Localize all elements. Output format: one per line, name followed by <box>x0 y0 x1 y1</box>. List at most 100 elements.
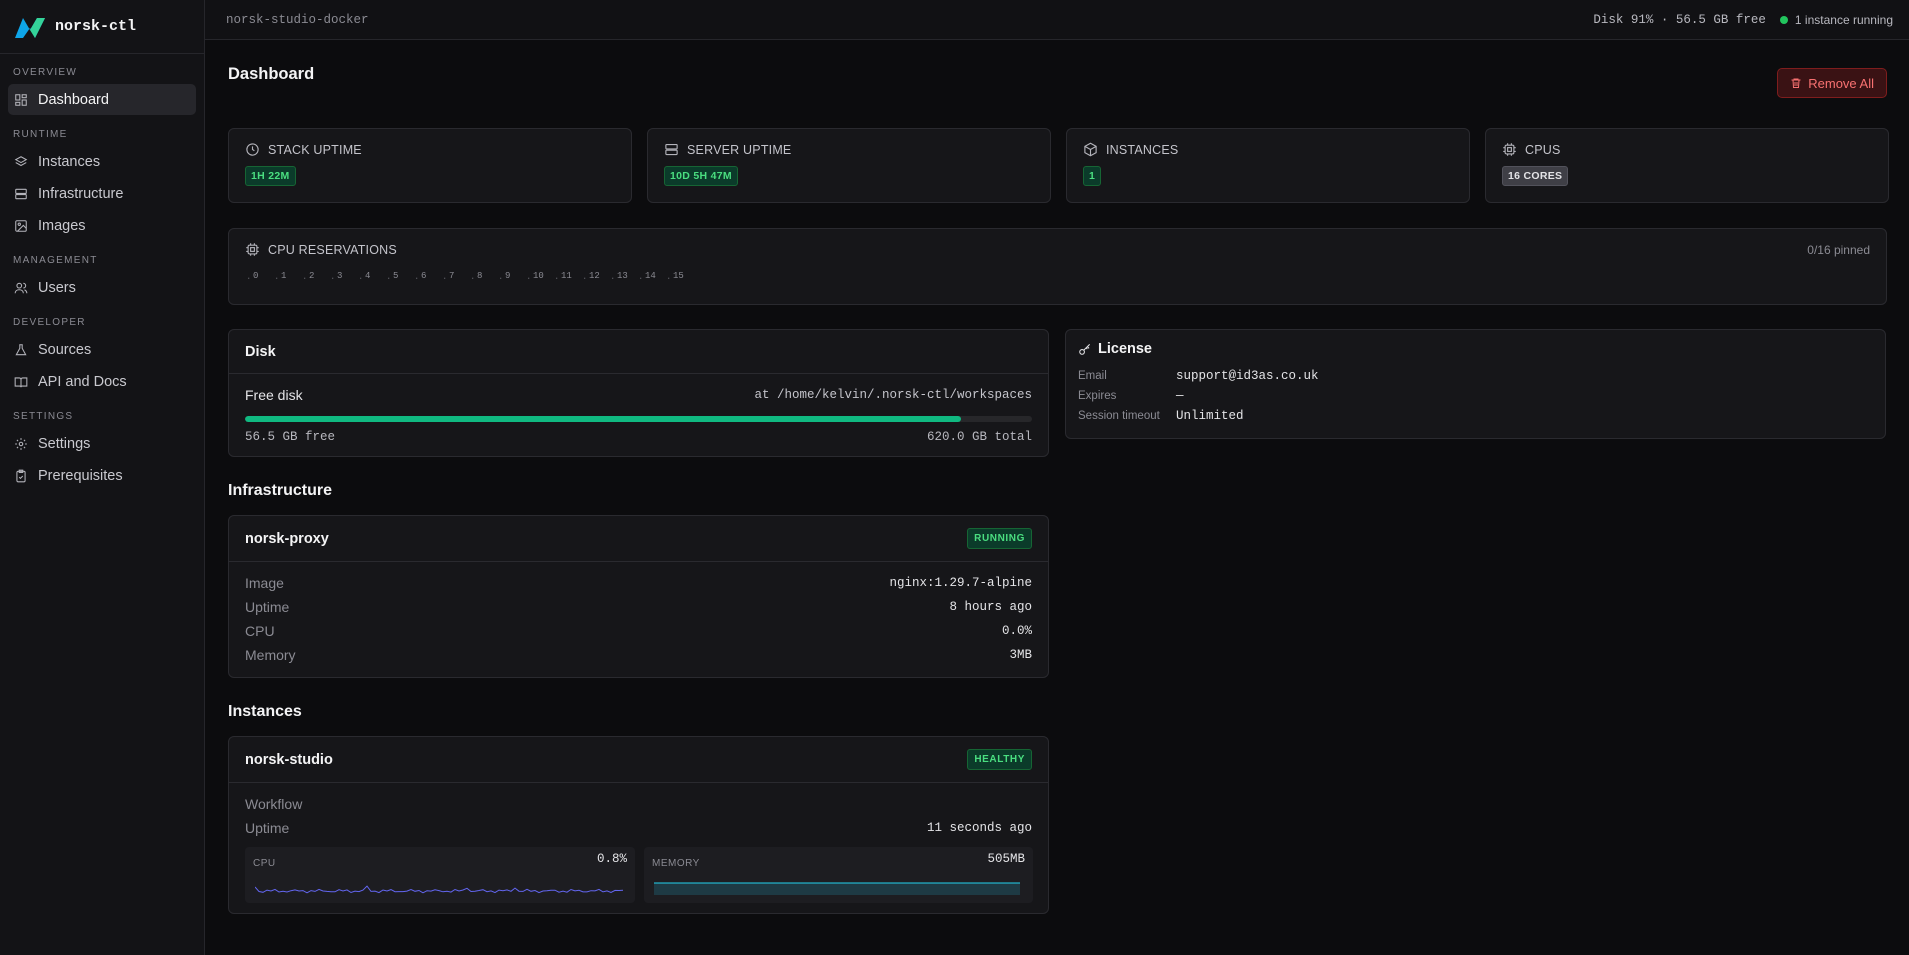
detail-row: Workflow <box>245 792 1032 816</box>
stat-label: CPUS <box>1525 142 1561 157</box>
license-key: Email <box>1078 370 1107 382</box>
sidebar-item-label: Users <box>38 279 76 296</box>
detail-value: 0.0% <box>1001 624 1032 638</box>
sidebar-item-label: Infrastructure <box>38 185 124 202</box>
cpu-icon <box>1502 142 1525 157</box>
disk-status: Disk 91% · 56.5 GB free <box>1593 12 1766 27</box>
cpu-reservations-title: CPU RESERVATIONS <box>268 242 397 257</box>
cpu-icon <box>246 243 259 256</box>
status-badge: RUNNING <box>967 528 1032 549</box>
detail-value: nginx:1.29.7-alpine <box>889 576 1032 590</box>
detail-row: Uptime 8 hours ago <box>245 595 1032 619</box>
instance-card[interactable]: norsk-studio HEALTHY Workflow Uptime 11 se… <box>228 736 1049 914</box>
server-icon <box>664 142 687 157</box>
health-badge: HEALTHY <box>967 749 1032 770</box>
sidebar: norsk-ctl OVERVIEW Dashboard RUNTIME Instan… <box>0 0 205 955</box>
brand[interactable]: norsk-ctl <box>0 0 204 54</box>
sidebar-item-label: API and Docs <box>38 373 127 390</box>
stat-card-stack-uptime: STACK UPTIME 1H 22M <box>228 128 632 203</box>
sidebar-item-label: Settings <box>38 435 91 452</box>
stat-value-badge: 1H 22M <box>245 166 296 186</box>
sidebar-item-label: Instances <box>38 153 101 170</box>
detail-value: 3MB <box>1009 648 1032 662</box>
license-card: License Email support@id3as.co.uk Expires —… <box>1065 329 1886 439</box>
sidebar-item-users[interactable]: Users <box>8 272 196 303</box>
gear-icon <box>14 437 28 451</box>
remove-all-label: Remove All <box>1808 75 1874 91</box>
sidebar-item-api-and-docs[interactable]: API and Docs <box>8 366 196 397</box>
license-row: Session timeout Unlimited <box>1078 406 1872 426</box>
sidebar-item-settings[interactable]: Settings <box>8 428 196 459</box>
disk-usage-fill <box>245 416 962 422</box>
detail-key: Uptime <box>245 820 290 836</box>
detail-key: Image <box>245 575 284 591</box>
memory-spark-label: MEMORY <box>652 858 700 869</box>
nav-section-title: DEVELOPER <box>13 317 86 328</box>
disk-title: Disk <box>229 330 1048 374</box>
disk-path: at /home/kelvin/.norsk-ctl/workspaces <box>754 388 1032 402</box>
detail-key: Memory <box>245 647 296 663</box>
sidebar-item-prerequisites[interactable]: Prerequisites <box>8 460 196 491</box>
book-icon <box>14 375 28 389</box>
license-value: Unlimited <box>1176 409 1244 423</box>
core-slot[interactable]: 15 <box>666 271 701 282</box>
disk-total: 620.0 GB total <box>926 430 1032 444</box>
stat-card-server-uptime: SERVER UPTIME 10D 5H 47M <box>647 128 1051 203</box>
sidebar-item-label: Dashboard <box>38 91 109 108</box>
stat-value-badge: 16 CORES <box>1502 166 1569 186</box>
layers-icon <box>14 155 28 169</box>
remove-all-button[interactable]: Remove All <box>1777 68 1887 98</box>
stat-value-badge: 1 <box>1083 166 1102 186</box>
nav-section-title: MANAGEMENT <box>13 255 98 266</box>
instances-heading: Instances <box>228 703 302 720</box>
sidebar-item-instances[interactable]: Instances <box>8 146 196 177</box>
flask-icon <box>14 343 28 357</box>
license-title: License <box>1098 341 1152 357</box>
topbar: norsk-studio-docker Disk 91% · 56.5 GB f… <box>205 0 1909 40</box>
nav-section-title: OVERVIEW <box>13 67 78 78</box>
sidebar-item-label: Images <box>38 217 86 234</box>
image-icon <box>14 219 28 233</box>
detail-row: CPU 0.0% <box>245 619 1032 643</box>
stat-label: INSTANCES <box>1106 142 1179 157</box>
app-name: norsk-ctl <box>55 18 137 35</box>
sidebar-item-dashboard[interactable]: Dashboard <box>8 84 196 115</box>
clipboard-check-icon <box>14 469 28 483</box>
detail-value: 11 seconds ago <box>926 821 1032 835</box>
sidebar-item-infrastructure[interactable]: Infrastructure <box>8 178 196 209</box>
nav-section-title: SETTINGS <box>13 411 74 422</box>
disk-card: Disk Free disk at /home/kelvin/.norsk-ct… <box>228 329 1049 457</box>
cpu-sparkline <box>255 885 624 894</box>
infrastructure-heading: Infrastructure <box>228 482 333 499</box>
cpu-spark-label: CPU <box>253 858 276 869</box>
sidebar-item-sources[interactable]: Sources <box>8 334 196 365</box>
license-row: Email support@id3as.co.uk <box>1078 366 1872 386</box>
sidebar-nav: OVERVIEW Dashboard RUNTIME Instances Infrast… <box>0 54 204 491</box>
detail-key: CPU <box>245 623 275 639</box>
clock-icon <box>245 142 268 157</box>
stat-value-badge: 10D 5H 47M <box>664 166 738 186</box>
pinned-count: 0/16 pinned <box>1807 243 1870 257</box>
license-key: Expires <box>1078 390 1117 402</box>
detail-row: Memory 3MB <box>245 643 1032 667</box>
core-list: 0123456789101112131415 <box>245 271 1870 282</box>
sidebar-item-label: Prerequisites <box>38 467 123 484</box>
license-row: Expires — <box>1078 386 1872 406</box>
license-value: — <box>1176 389 1184 403</box>
context-name: norsk-studio-docker <box>226 12 369 27</box>
detail-row: Image nginx:1.29.7-alpine <box>245 571 1032 595</box>
users-icon <box>14 281 28 295</box>
service-name: norsk-proxy <box>245 530 329 547</box>
main-area: norsk-studio-docker Disk 91% · 56.5 GB f… <box>205 0 1909 955</box>
disk-usage-bar <box>245 416 1032 422</box>
instances-running: 1 instance running <box>1794 12 1893 27</box>
key-icon <box>1079 343 1091 355</box>
cpu-spark-value: 0.8% <box>596 852 627 866</box>
memory-sparkline <box>654 882 1020 895</box>
norsk-logo-icon <box>15 17 45 38</box>
box-icon <box>1083 142 1106 157</box>
detail-row: Uptime 11 seconds ago <box>245 816 1032 840</box>
service-card[interactable]: norsk-proxy RUNNING Image nginx:1.29.7-al… <box>228 515 1049 678</box>
stats-row: STACK UPTIME 1H 22M SERVER UPTIME 10D 5H 47… <box>228 128 1889 203</box>
sidebar-item-images[interactable]: Images <box>8 210 196 241</box>
